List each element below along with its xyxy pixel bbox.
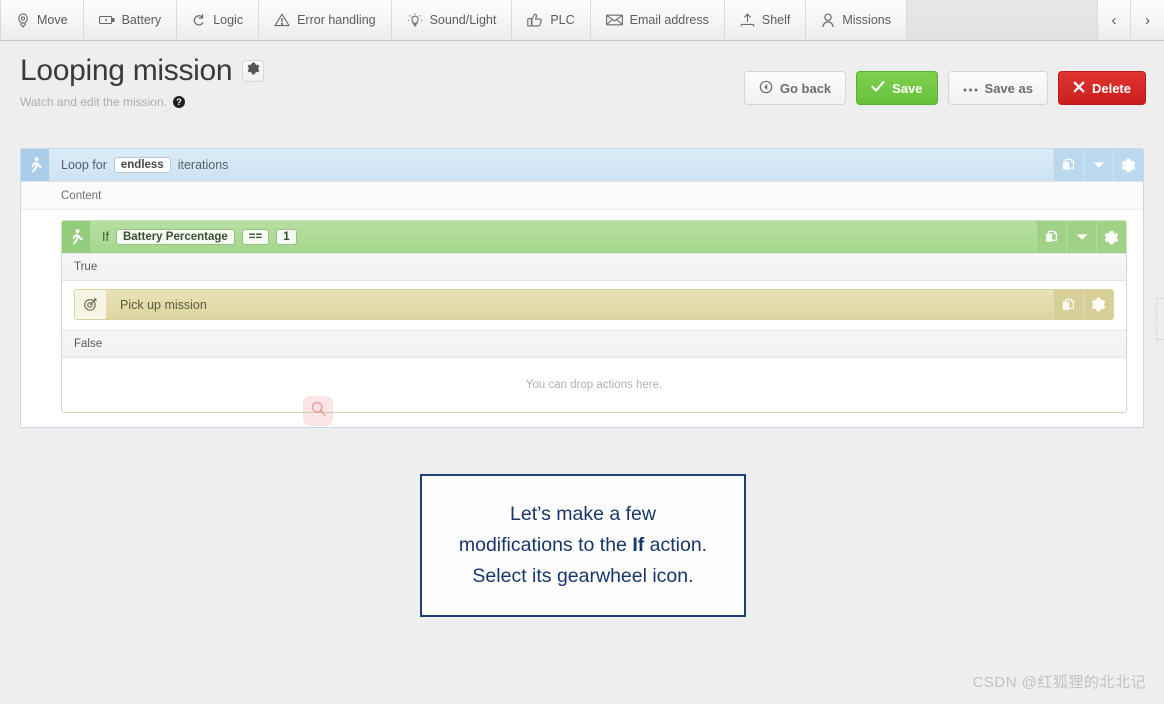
toolbar-item-label: Sound/Light <box>429 13 497 27</box>
thumbs-up-icon <box>527 13 543 28</box>
callout-line-2-bold: If <box>632 534 645 556</box>
go-back-button[interactable]: Go back <box>743 71 847 105</box>
if-operator-value[interactable]: == <box>241 229 270 245</box>
if-operand-value[interactable]: 1 <box>276 229 297 245</box>
x-icon <box>1073 81 1085 96</box>
if-false-branch-label: False <box>62 330 1126 358</box>
toolbar-item-label: Logic <box>213 13 244 27</box>
if-variable-value[interactable]: Battery Percentage <box>115 229 235 245</box>
subtitle-row: Watch and edit the mission. ? <box>20 95 264 109</box>
go-back-label: Go back <box>779 80 832 96</box>
if-false-drop-zone[interactable]: You can drop actions here. <box>62 358 1126 412</box>
loop-expression: Loop for endless iterations <box>49 149 1049 181</box>
toolbar-spacer <box>906 0 1098 40</box>
toolbar-item-missions[interactable]: Missions <box>806 0 907 40</box>
action-pick-up-mission[interactable]: Pick up mission <box>74 289 1114 320</box>
instruction-callout-text: Let’s make a few modifications to the If… <box>449 499 717 592</box>
target-arrow-icon <box>75 290 106 319</box>
toolbar-scroll-prev-button[interactable]: ‹ <box>1098 0 1131 40</box>
copy-icon[interactable] <box>1053 149 1083 181</box>
if-true-branch-body: Pick up mission <box>62 281 1126 330</box>
loop-drop-slot[interactable] <box>1156 298 1164 340</box>
save-button[interactable]: Save <box>856 71 938 105</box>
gear-icon[interactable] <box>1083 290 1113 319</box>
save-as-label: Save as <box>984 80 1033 96</box>
callout-line-2-pre: modifications to the <box>458 534 633 556</box>
if-block: If Battery Percentage == 1 True Pick up … <box>61 220 1127 413</box>
page-subtitle: Watch and edit the mission. <box>20 95 167 109</box>
loop-block: Loop for endless iterations Content If B… <box>20 148 1144 428</box>
toolbar-item-plc[interactable]: PLC <box>512 0 591 40</box>
if-block-header[interactable]: If Battery Percentage == 1 <box>62 221 1126 253</box>
toolbar-item-move[interactable]: Move <box>0 0 84 40</box>
chevron-down-icon[interactable] <box>1066 221 1096 253</box>
loop-iterations-value[interactable]: endless <box>113 157 171 173</box>
gear-icon <box>247 62 260 80</box>
toolbar-item-shelf[interactable]: Shelf <box>724 0 807 40</box>
toolbar-item-label: Missions <box>842 13 891 27</box>
watermark: CSDN @红狐狸的北北记 <box>972 674 1146 691</box>
toolbar-item-label: Battery <box>121 13 162 27</box>
page-actions: Go back Save Save as Delete <box>743 71 1146 105</box>
page-header: Looping mission Watch and edit the missi… <box>20 54 265 109</box>
upload-shelf-icon <box>740 12 755 28</box>
toolbar-scroll-next-button[interactable]: › <box>1131 0 1164 40</box>
toolbar-item-label: Error handling <box>297 13 376 27</box>
mission-settings-button[interactable] <box>242 60 265 82</box>
warning-triangle-icon <box>274 13 290 27</box>
check-icon <box>871 80 885 96</box>
envelope-icon <box>605 14 623 26</box>
move-icon <box>16 12 30 28</box>
help-icon[interactable]: ? <box>172 96 185 108</box>
toolbar-item-logic[interactable]: Logic <box>177 0 260 40</box>
loop-content-label: Content <box>61 189 102 202</box>
loop-prefix-label: Loop for <box>61 158 107 172</box>
action-label: Pick up mission <box>120 297 207 312</box>
back-circle-icon <box>759 80 773 97</box>
battery-icon <box>98 14 115 26</box>
mission-builder: Loop for endless iterations Content If B… <box>20 148 1164 428</box>
if-keyword-label: If <box>102 230 109 244</box>
toolbar-item-label: Shelf <box>761 13 791 27</box>
lightbulb-icon <box>407 13 423 28</box>
instruction-callout: Let’s make a few modifications to the If… <box>420 474 746 617</box>
toolbar-item-label: PLC <box>550 13 575 27</box>
app-root: Move Battery Logic Error handling Sound/… <box>0 0 1164 704</box>
copy-icon[interactable] <box>1053 290 1083 319</box>
if-expression: If Battery Percentage == 1 <box>90 221 1032 253</box>
action-controls <box>1053 290 1113 319</box>
chevron-down-icon[interactable] <box>1083 149 1113 181</box>
save-as-button[interactable]: Save as <box>947 71 1048 105</box>
loop-suffix-label: iterations <box>177 158 229 172</box>
person-icon <box>821 12 835 28</box>
action-palette-toolbar: Move Battery Logic Error handling Sound/… <box>0 0 1164 41</box>
toolbar-item-email-address[interactable]: Email address <box>590 0 725 40</box>
callout-line-2-post: action. <box>644 534 708 556</box>
delete-label: Delete <box>1091 80 1131 96</box>
callout-line-1: Let’s make a few <box>510 503 656 525</box>
loop-block-header[interactable]: Loop for endless iterations <box>21 149 1143 181</box>
delete-button[interactable]: Delete <box>1057 71 1146 105</box>
title-row: Looping mission <box>20 54 265 87</box>
toolbar-item-error-handling[interactable]: Error handling <box>259 0 392 40</box>
ellipsis-icon <box>963 81 978 96</box>
toolbar-item-battery[interactable]: Battery <box>83 0 178 40</box>
copy-icon[interactable] <box>1036 221 1066 253</box>
gear-icon[interactable] <box>1113 149 1143 181</box>
callout-line-3: Select its gearwheel icon. <box>472 565 694 587</box>
toolbar-item-sound-light[interactable]: Sound/Light <box>391 0 513 40</box>
save-label: Save <box>892 80 923 96</box>
loop-content-header: Content <box>21 181 1143 209</box>
running-person-icon <box>21 149 49 181</box>
loop-block-controls <box>1049 149 1143 181</box>
page-title: Looping mission <box>20 54 233 87</box>
if-true-branch-label: True <box>62 253 1126 281</box>
loop-content-area: If Battery Percentage == 1 True Pick up … <box>21 209 1143 427</box>
if-block-controls <box>1032 221 1126 253</box>
logic-loop-icon <box>192 13 206 28</box>
toolbar-item-label: Move <box>37 13 68 27</box>
if-settings-gear-icon[interactable] <box>1096 221 1126 253</box>
running-person-icon <box>62 221 90 253</box>
toolbar-item-label: Email address <box>629 13 709 27</box>
